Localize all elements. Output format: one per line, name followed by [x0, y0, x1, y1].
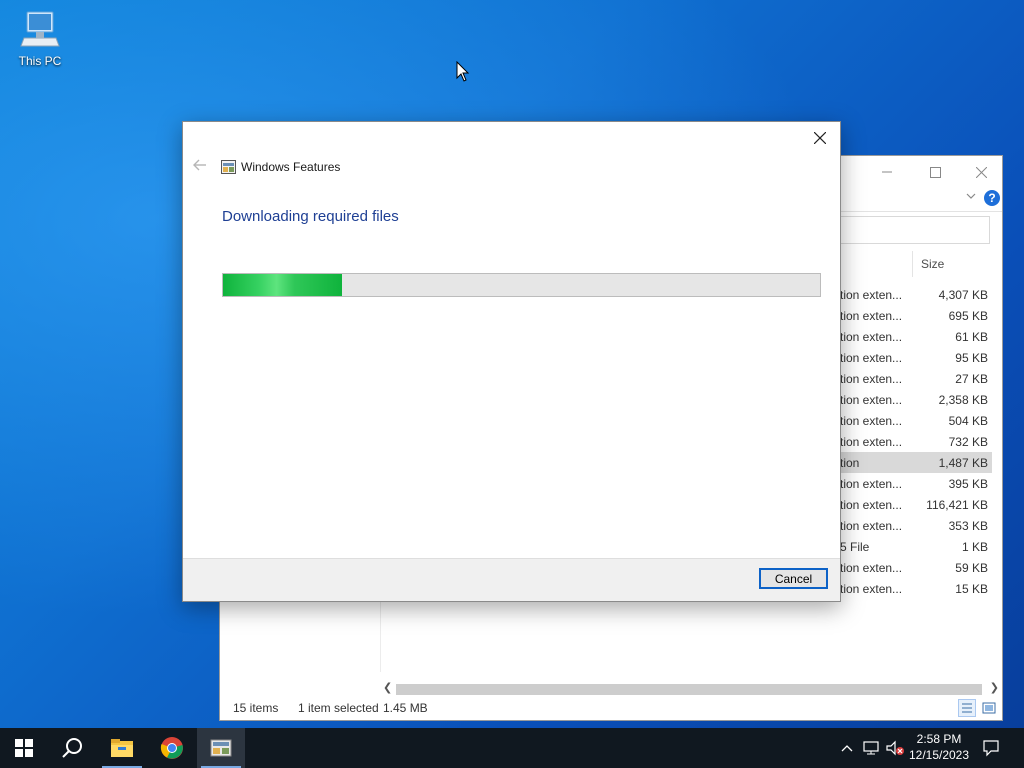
scrollbar-thumb[interactable] [396, 684, 982, 695]
file-size-cell: 395 KB [948, 477, 988, 491]
mouse-cursor-icon [456, 60, 470, 88]
close-button[interactable] [958, 158, 1004, 186]
column-header-size[interactable]: Size [912, 251, 992, 277]
search-icon [62, 738, 82, 758]
file-type-cell: tion exten... [840, 330, 903, 344]
taskbar-windows-features[interactable] [197, 728, 245, 768]
file-type-cell: tion exten... [840, 288, 903, 302]
large-icons-view-button[interactable] [980, 699, 998, 717]
file-size-cell: 732 KB [948, 435, 988, 449]
scroll-right-arrow-icon[interactable]: ❯ [990, 681, 999, 694]
download-progress-bar [222, 273, 821, 297]
status-selected-count: 1 item selected [298, 701, 379, 715]
file-size-cell: 95 KB [955, 351, 988, 365]
status-selected-size: 1.45 MB [383, 701, 428, 715]
file-type-cell: tion exten... [840, 414, 903, 428]
file-type-cell: tion exten... [840, 519, 903, 533]
windows-features-dialog[interactable]: Windows Features Downloading required fi… [182, 121, 841, 602]
windows-logo-icon [15, 739, 33, 757]
details-view-button[interactable] [958, 699, 976, 717]
file-size-cell: 116,421 KB [926, 498, 988, 512]
cancel-button[interactable]: Cancel [759, 568, 828, 589]
dialog-footer: Cancel [183, 558, 840, 601]
clock-date: 12/15/2023 [908, 748, 970, 762]
dialog-title: Windows Features [241, 160, 341, 174]
file-type-cell: tion [840, 456, 860, 470]
dialog-close-button[interactable] [806, 126, 834, 150]
horizontal-scrollbar[interactable]: ❮ ❯ [380, 681, 1002, 697]
notifications-icon[interactable] [980, 728, 1002, 768]
clock-time: 2:58 PM [916, 732, 962, 746]
dialog-heading: Downloading required files [222, 208, 399, 225]
system-clock[interactable]: 2:58 PM 12/15/2023 [906, 731, 972, 763]
volume-muted-icon[interactable] [884, 728, 906, 768]
file-size-cell: 353 KB [948, 519, 988, 533]
file-type-cell: 5 File [840, 540, 870, 554]
file-size-cell: 2,358 KB [938, 393, 988, 407]
desktop-icon-label: This PC [18, 54, 62, 68]
file-type-cell: tion exten... [840, 372, 903, 386]
taskbar-chrome[interactable] [148, 728, 196, 768]
taskbar-file-explorer[interactable] [98, 728, 146, 768]
maximize-button[interactable] [912, 158, 958, 186]
file-type-cell: tion exten... [840, 435, 903, 449]
file-size-cell: 4,307 KB [938, 288, 988, 302]
windows-features-app-icon [221, 160, 236, 174]
back-arrow-icon[interactable] [193, 158, 207, 176]
file-size-cell: 15 KB [955, 582, 988, 596]
this-pc-icon [18, 8, 62, 52]
file-type-cell: tion exten... [840, 582, 903, 596]
progress-bar-fill [223, 274, 343, 296]
start-button[interactable] [0, 728, 48, 768]
file-size-cell: 1 KB [961, 540, 988, 554]
windows-features-icon [210, 739, 232, 757]
network-icon[interactable] [860, 728, 882, 768]
search-button[interactable] [48, 728, 96, 768]
show-hidden-icons-chevron-icon[interactable] [838, 728, 856, 768]
taskbar: 2:58 PM 12/15/2023 [0, 728, 1024, 768]
chrome-icon [160, 737, 183, 759]
status-bar: 15 items 1 item selected 1.45 MB [220, 696, 1002, 720]
file-type-cell: tion exten... [840, 477, 903, 491]
file-size-cell: 59 KB [955, 561, 988, 575]
file-size-cell: 1,487 KB [938, 456, 988, 470]
file-type-cell: tion exten... [840, 498, 903, 512]
desktop-icon-this-pc[interactable]: This PC [10, 8, 70, 68]
help-icon[interactable]: ? [984, 190, 1000, 206]
file-size-cell: 695 KB [948, 309, 988, 323]
file-type-cell: tion exten... [840, 351, 903, 365]
minimize-button[interactable] [864, 158, 910, 186]
folder-icon [111, 739, 133, 757]
file-size-cell: 61 KB [955, 330, 988, 344]
file-type-cell: tion exten... [840, 309, 903, 323]
file-type-cell: tion exten... [840, 393, 903, 407]
scroll-left-arrow-icon[interactable]: ❮ [383, 681, 392, 694]
close-icon [814, 132, 826, 144]
file-type-cell: tion exten... [840, 561, 903, 575]
file-size-cell: 504 KB [948, 414, 988, 428]
status-item-count: 15 items [233, 701, 279, 715]
file-size-cell: 27 KB [955, 372, 988, 386]
ribbon-expand-chevron-icon[interactable] [966, 189, 976, 203]
